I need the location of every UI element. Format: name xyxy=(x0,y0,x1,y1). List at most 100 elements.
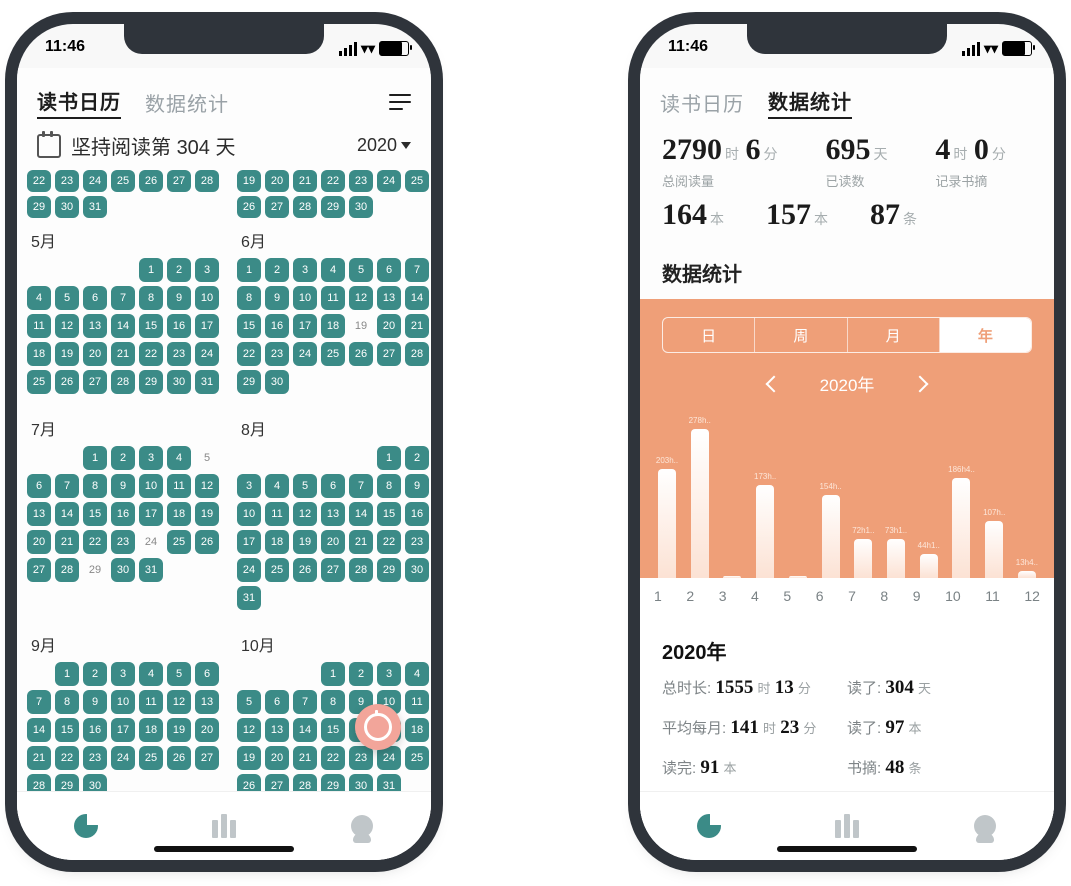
calendar-day[interactable]: 26 xyxy=(55,370,79,394)
chart-bar[interactable] xyxy=(985,521,1003,578)
calendar-day[interactable]: 4 xyxy=(265,474,289,498)
calendar-day[interactable]: 19 xyxy=(195,502,219,526)
next-icon[interactable] xyxy=(912,375,929,392)
calendar-day[interactable]: 25 xyxy=(405,746,429,770)
calendar-day[interactable]: 19 xyxy=(167,718,191,742)
calendar-day[interactable]: 4 xyxy=(405,662,429,686)
calendar-day[interactable]: 24 xyxy=(111,746,135,770)
calendar-day[interactable]: 23 xyxy=(83,746,107,770)
calendar-day[interactable]: 23 xyxy=(349,170,373,192)
calendar-day[interactable]: 28 xyxy=(111,370,135,394)
home-indicator[interactable] xyxy=(777,846,917,852)
calendar-day[interactable]: 25 xyxy=(321,342,345,366)
calendar-day[interactable]: 15 xyxy=(55,718,79,742)
calendar-day[interactable]: 22 xyxy=(27,170,51,192)
calendar-day[interactable]: 22 xyxy=(139,342,163,366)
calendar-day[interactable]: 3 xyxy=(139,446,163,470)
calendar-day[interactable]: 23 xyxy=(349,746,373,770)
calendar-day[interactable]: 14 xyxy=(111,314,135,338)
tab-stats[interactable]: 数据统计 xyxy=(145,88,229,117)
calendar-day[interactable]: 24 xyxy=(377,170,401,192)
calendar-day[interactable]: 20 xyxy=(321,530,345,554)
calendar-day[interactable]: 11 xyxy=(167,474,191,498)
calendar-day[interactable]: 22 xyxy=(237,342,261,366)
prev-icon[interactable] xyxy=(765,375,782,392)
calendar-day[interactable]: 16 xyxy=(83,718,107,742)
calendar-day[interactable]: 27 xyxy=(27,558,51,582)
calendar-day[interactable]: 11 xyxy=(139,690,163,714)
calendar-day[interactable]: 26 xyxy=(349,342,373,366)
calendar-day[interactable]: 16 xyxy=(265,314,289,338)
calendar-day[interactable]: 20 xyxy=(27,530,51,554)
calendar-day[interactable]: 24 xyxy=(195,342,219,366)
calendar-day[interactable]: 30 xyxy=(111,558,135,582)
calendar-day[interactable]: 7 xyxy=(405,258,429,282)
calendar-day[interactable]: 4 xyxy=(139,662,163,686)
calendar-day[interactable]: 21 xyxy=(111,342,135,366)
calendar-day[interactable]: 2 xyxy=(265,258,289,282)
calendar-day[interactable]: 28 xyxy=(405,342,429,366)
calendar-day[interactable]: 30 xyxy=(405,558,429,582)
chart-bar[interactable] xyxy=(658,469,676,578)
home-indicator[interactable] xyxy=(154,846,294,852)
calendar-day[interactable]: 23 xyxy=(167,342,191,366)
calendar-day[interactable]: 21 xyxy=(349,530,373,554)
seg-week[interactable]: 周 xyxy=(755,318,847,352)
calendar-day[interactable]: 25 xyxy=(139,746,163,770)
calendar-day[interactable]: 12 xyxy=(195,474,219,498)
calendar-day[interactable]: 27 xyxy=(83,370,107,394)
calendar-day[interactable]: 15 xyxy=(139,314,163,338)
calendar-day[interactable]: 8 xyxy=(321,690,345,714)
nav-stats[interactable] xyxy=(17,792,155,860)
calendar-day[interactable]: 9 xyxy=(167,286,191,310)
calendar-day[interactable]: 6 xyxy=(321,474,345,498)
calendar-day[interactable]: 8 xyxy=(377,474,401,498)
calendar-day[interactable]: 10 xyxy=(237,502,261,526)
calendar-day[interactable]: 22 xyxy=(377,530,401,554)
calendar-day[interactable]: 4 xyxy=(321,258,345,282)
calendar-day[interactable]: 5 xyxy=(167,662,191,686)
calendar-day[interactable]: 5 xyxy=(55,286,79,310)
calendar-day[interactable]: 26 xyxy=(195,530,219,554)
nav-profile[interactable] xyxy=(293,792,431,860)
calendar-day[interactable]: 21 xyxy=(293,746,317,770)
calendar-day[interactable]: 31 xyxy=(139,558,163,582)
calendar-day[interactable]: 24 xyxy=(83,170,107,192)
calendar-day[interactable]: 20 xyxy=(195,718,219,742)
menu-icon[interactable] xyxy=(389,94,411,112)
calendar-day[interactable]: 29 xyxy=(139,370,163,394)
calendar-day[interactable]: 9 xyxy=(265,286,289,310)
calendar-day[interactable]: 23 xyxy=(111,530,135,554)
calendar-day[interactable]: 29 xyxy=(377,558,401,582)
seg-day[interactable]: 日 xyxy=(663,318,755,352)
calendar-day[interactable]: 20 xyxy=(83,342,107,366)
calendar-day[interactable]: 21 xyxy=(293,170,317,192)
calendar-day[interactable]: 19 xyxy=(293,530,317,554)
calendar-day[interactable]: 1 xyxy=(139,258,163,282)
calendar-day[interactable]: 6 xyxy=(265,690,289,714)
calendar-day[interactable]: 19 xyxy=(237,746,261,770)
calendar-day[interactable]: 5 xyxy=(195,446,219,470)
calendar-day[interactable]: 2 xyxy=(111,446,135,470)
calendar-day[interactable]: 27 xyxy=(195,746,219,770)
calendar-day[interactable]: 15 xyxy=(83,502,107,526)
calendar-day[interactable]: 25 xyxy=(167,530,191,554)
calendar-day[interactable]: 17 xyxy=(111,718,135,742)
calendar-day[interactable]: 14 xyxy=(55,502,79,526)
calendar-day[interactable]: 6 xyxy=(27,474,51,498)
calendar-day[interactable]: 12 xyxy=(55,314,79,338)
calendar-day[interactable]: 10 xyxy=(195,286,219,310)
calendar-day[interactable]: 11 xyxy=(405,690,429,714)
calendar-day[interactable]: 17 xyxy=(139,502,163,526)
calendar-day[interactable]: 2 xyxy=(405,446,429,470)
calendar-day[interactable]: 26 xyxy=(167,746,191,770)
calendar-day[interactable]: 31 xyxy=(237,586,261,610)
calendar-day[interactable]: 10 xyxy=(293,286,317,310)
calendar-day[interactable]: 15 xyxy=(237,314,261,338)
calendar-day[interactable]: 21 xyxy=(405,314,429,338)
calendar-day[interactable]: 12 xyxy=(349,286,373,310)
chart-bar[interactable] xyxy=(887,539,905,578)
calendar-day[interactable]: 18 xyxy=(27,342,51,366)
calendar-day[interactable]: 3 xyxy=(111,662,135,686)
calendar-day[interactable]: 14 xyxy=(293,718,317,742)
